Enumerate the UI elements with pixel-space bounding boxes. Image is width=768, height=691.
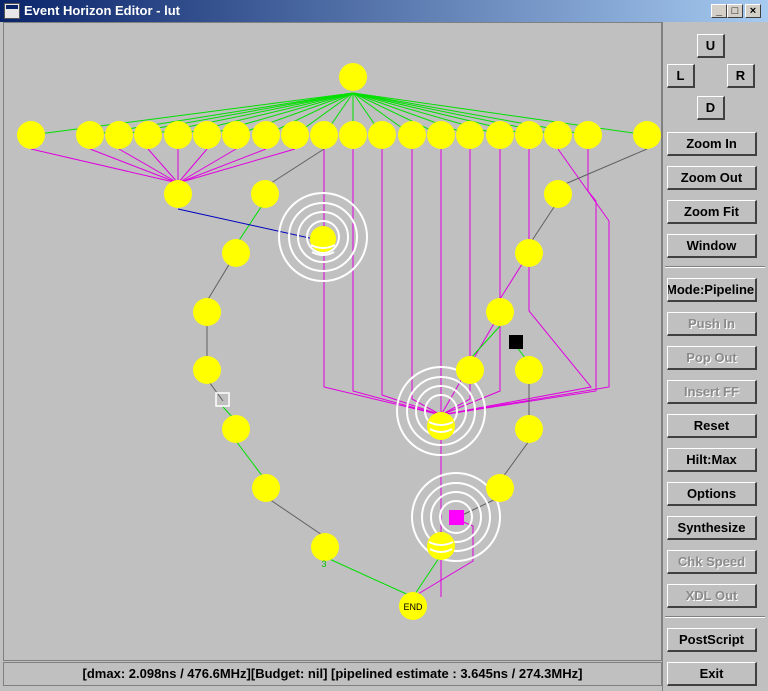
pop-out-button[interactable]: Pop Out — [667, 346, 757, 370]
pan-right-button[interactable]: R — [727, 64, 755, 88]
close-button[interactable]: × — [745, 4, 761, 18]
end-label: END — [403, 602, 423, 612]
maximize-button[interactable]: □ — [727, 4, 743, 18]
exit-button[interactable]: Exit — [667, 662, 757, 686]
minimize-button[interactable]: _ — [711, 4, 727, 18]
hilt-button[interactable]: Hilt:Max — [667, 448, 757, 472]
control-panel: U L R D Zoom In Zoom Out Zoom Fit Window… — [662, 22, 768, 691]
xdl-out-button[interactable]: XDL Out — [667, 584, 757, 608]
window-button[interactable]: Window — [667, 234, 757, 258]
zoom-out-button[interactable]: Zoom Out — [667, 166, 757, 190]
status-bar: [dmax: 2.098ns / 476.6MHz][Budget: nil] … — [3, 662, 662, 686]
window-title: Event Horizon Editor - lut — [24, 3, 180, 18]
postscript-button[interactable]: PostScript — [667, 628, 757, 652]
edge-label: 3 — [321, 559, 326, 569]
synthesize-button[interactable]: Synthesize — [667, 516, 757, 540]
app-icon — [4, 3, 20, 19]
separator — [665, 616, 765, 618]
reset-button[interactable]: Reset — [667, 414, 757, 438]
zoom-in-button[interactable]: Zoom In — [667, 132, 757, 156]
graph-nodes — [17, 63, 661, 620]
chk-speed-button[interactable]: Chk Speed — [667, 550, 757, 574]
pan-down-button[interactable]: D — [697, 96, 725, 120]
insert-ff-button[interactable]: Insert FF — [667, 380, 757, 404]
pan-left-button[interactable]: L — [667, 64, 695, 88]
graph-canvas[interactable]: END 3 — [3, 22, 662, 661]
pan-up-button[interactable]: U — [697, 34, 725, 58]
graph-svg: END 3 — [17, 63, 661, 620]
separator — [665, 266, 765, 268]
mode-button[interactable]: Mode:Pipeline — [667, 278, 757, 302]
push-in-button[interactable]: Push In — [667, 312, 757, 336]
black-register — [509, 335, 523, 349]
zoom-fit-button[interactable]: Zoom Fit — [667, 200, 757, 224]
title-bar: Event Horizon Editor - lut _ □ × — [0, 0, 768, 22]
options-button[interactable]: Options — [667, 482, 757, 506]
magenta-register — [449, 510, 464, 525]
